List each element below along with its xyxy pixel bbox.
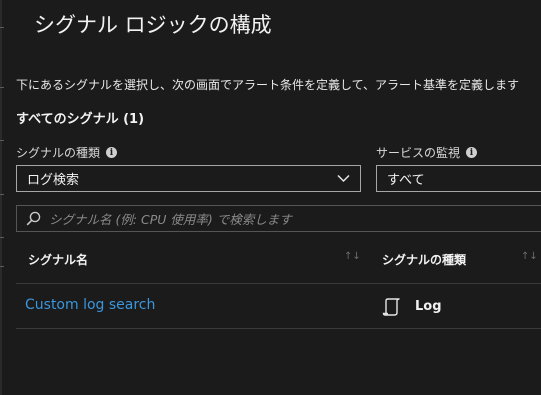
log-scroll-icon xyxy=(382,298,400,316)
edge-divider xyxy=(0,87,4,88)
table-row-divider xyxy=(16,328,541,329)
signal-type-dropdown[interactable]: ログ検索 xyxy=(16,165,361,192)
column-header-signal-name[interactable]: シグナル名 xyxy=(28,251,88,268)
info-icon[interactable]: i xyxy=(106,147,118,158)
panel-description: 下にあるシグナルを選択し、次の画面でアラート条件を定義して、アラート基準を定義し… xyxy=(16,78,520,92)
search-icon xyxy=(26,211,41,226)
signal-type-cell: Log xyxy=(415,299,442,314)
edge-divider xyxy=(0,237,4,238)
edge-divider xyxy=(0,27,4,28)
left-page-edge xyxy=(0,0,2,395)
edge-divider xyxy=(0,194,4,195)
service-monitor-dropdown[interactable]: すべて xyxy=(376,165,541,192)
sort-icon[interactable]: ↑↓ xyxy=(344,251,361,262)
signal-search-box[interactable]: シグナル名 (例: CPU 使用率) で検索します xyxy=(16,205,541,232)
info-icon[interactable]: i xyxy=(466,147,478,158)
chevron-down-icon xyxy=(337,174,350,183)
all-signals-heading: すべてのシグナル (1) xyxy=(16,112,145,127)
signal-name-link[interactable]: Custom log search xyxy=(25,297,155,313)
sort-icon[interactable]: ↑↓ xyxy=(521,251,538,262)
signal-type-label: シグナルの種類 xyxy=(16,146,101,160)
service-monitor-label: サービスの監視 xyxy=(376,146,461,160)
signal-type-value: ログ検索 xyxy=(27,173,80,188)
edge-divider xyxy=(0,140,4,141)
signal-type-label-row: シグナルの種類 i xyxy=(16,144,118,161)
service-monitor-label-row: サービスの監視 i xyxy=(376,144,478,161)
edge-divider xyxy=(0,266,4,267)
column-header-signal-type[interactable]: シグナルの種類 xyxy=(382,251,466,268)
search-input[interactable]: シグナル名 (例: CPU 使用率) で検索します xyxy=(49,209,292,228)
panel-title: シグナル ロジックの構成 xyxy=(34,13,272,37)
service-monitor-value: すべて xyxy=(387,173,425,188)
